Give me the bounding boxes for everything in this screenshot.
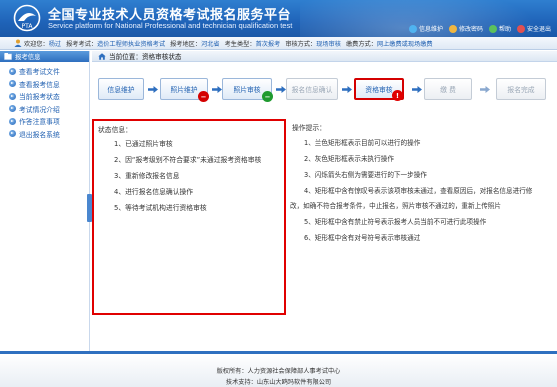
tech-support-text: 技术支持：山东山大鸥玛软件有限公司: [225, 379, 332, 386]
candidate-type-label: 考生类型：: [224, 40, 256, 48]
candidate-type-value: 首次报考: [255, 40, 281, 48]
badge-symbol: !: [395, 91, 400, 100]
tips-title: 操作提示：: [292, 124, 326, 132]
status-title: 状态信息：: [98, 126, 132, 134]
welcome-value: 杨过: [48, 40, 62, 48]
badge-symbol: −: [264, 92, 271, 101]
info-maintain-link[interactable]: 信息维护: [408, 24, 443, 33]
arrow-icon: [9, 92, 16, 100]
step-label: 信息维护: [107, 86, 135, 94]
sidebar-item-registration-info[interactable]: 查看报考信息: [0, 78, 89, 91]
main-content: 当前位置：资格审核状态 信息维护 照片维护 − 照片审核 − 报名信息确认 资格…: [92, 51, 557, 351]
tip-line: 1、兰色矩形框表示目前可以进行的操作: [304, 139, 421, 147]
sidebar: 报考信息 查看考试文件 查看报考信息 当前报考状态 考试情况介绍 作答注意事项 …: [0, 51, 92, 351]
user-info-bar: 欢迎您： 杨过 报考考试： 造价工程师执业资格考试 报考地区： 河北省 考生类型…: [0, 37, 557, 50]
sidebar-item-label: 查看报考信息: [19, 80, 60, 89]
arrow-icon: [9, 130, 16, 138]
sidebar-header-label: 报考信息: [15, 53, 41, 61]
arrow-icon: [9, 80, 16, 88]
arrow-right-icon: [276, 86, 286, 93]
arrow-right-icon: [412, 86, 422, 93]
review-method-label: 审核方式：: [285, 40, 317, 48]
step-registration-complete[interactable]: 报名完成: [496, 78, 546, 100]
step-label: 报名信息确认: [291, 86, 333, 94]
payment-method-label: 缴费方式：: [346, 40, 377, 48]
region-label: 报考地区：: [170, 40, 202, 48]
sidebar-item-answer-notes[interactable]: 作答注意事项: [0, 115, 89, 128]
arrow-icon: [9, 67, 16, 75]
exit-icon: [516, 24, 525, 33]
sidebar-header: 报考信息: [0, 51, 89, 62]
sidebar-item-exit-system[interactable]: 退出报名系统: [0, 128, 89, 141]
status-line: 5、等待考试机构进行资格审核: [114, 204, 207, 212]
tip-line: 4、矩形框中含有惊叹号表示该项审核未通过，查看原因后，对报名信息进行修: [304, 187, 533, 195]
sidebar-item-label: 退出报名系统: [19, 130, 60, 139]
safe-exit-link[interactable]: 安全退出: [516, 24, 551, 33]
breadcrumb-label: 当前位置：资格审核状态: [109, 53, 182, 61]
status-line: 3、重新修改报名信息: [114, 172, 180, 180]
change-password-label: 修改密码: [458, 26, 483, 33]
sidebar-item-current-status[interactable]: 当前报考状态: [0, 90, 89, 103]
arrow-right-icon: [342, 86, 352, 93]
platform-logo-icon: PTA: [13, 4, 41, 32]
user-icon: [14, 39, 22, 47]
sidebar-item-exam-intro[interactable]: 考试情况介绍: [0, 103, 89, 116]
arrow-right-icon: [148, 86, 158, 93]
alert-icon: !: [392, 90, 403, 101]
folder-icon: [4, 53, 12, 60]
info-maintain-label: 信息维护: [418, 26, 443, 33]
prohibit-icon: −: [198, 91, 209, 102]
lock-icon: [448, 24, 457, 33]
home-icon: [98, 52, 106, 60]
info-icon: [408, 24, 417, 33]
exam-label: 报考考试：: [66, 40, 98, 48]
step-label: 照片审核: [233, 86, 261, 94]
sidebar-item-exam-files[interactable]: 查看考试文件: [0, 65, 89, 78]
status-info-box: 状态信息： 1、已通过照片审核 2、因“报考级别不符合要求”未通过报考资格审核 …: [92, 119, 286, 315]
approved-icon: −: [262, 91, 273, 102]
exam-value: 造价工程师执业资格考试: [97, 40, 166, 48]
status-line: 4、进行报名信息确认操作: [114, 188, 194, 196]
tip-line: 6、矩形框中含有对号符号表示审核通过: [304, 234, 421, 242]
region-value: 河北省: [201, 40, 220, 48]
change-password-link[interactable]: 修改密码: [448, 24, 483, 33]
arrow-icon: [9, 105, 16, 113]
arrow-right-icon: [480, 86, 490, 93]
tip-line: 改，如确不符合报考条件，中止报名，照片审核不通过的，重新上传照片: [290, 202, 501, 210]
svg-text:PTA: PTA: [22, 23, 34, 30]
arrow-right-icon: [212, 86, 222, 93]
step-label: 报名完成: [507, 86, 535, 94]
status-line: 1、已通过照片审核: [114, 140, 173, 148]
tip-line: 3、闪烁箭头右侧为需要进行的下一步操作: [304, 171, 427, 179]
tip-line: 2、灰色矩形框表示未执行操作: [304, 155, 394, 163]
badge-symbol: −: [200, 92, 207, 101]
process-steps: 信息维护 照片维护 − 照片审核 − 报名信息确认 资格审核 ! 缴 费 报名完…: [92, 78, 557, 104]
step-confirm-registration[interactable]: 报名信息确认: [286, 78, 338, 100]
top-links: 信息维护 修改密码 帮助 安全退出: [408, 24, 551, 33]
step-label: 照片维护: [170, 86, 198, 94]
welcome-label: 欢迎您：: [24, 40, 49, 48]
help-label: 帮助: [498, 26, 511, 33]
site-subtitle: Service platform for National Profession…: [48, 21, 293, 30]
step-payment[interactable]: 缴 费: [424, 78, 472, 100]
site-footer: 版权所有：人力资源社会保障部人事考试中心 技术支持：山东山大鸥玛软件有限公司: [0, 351, 557, 387]
copyright-text: 版权所有：人力资源社会保障部人事考试中心: [216, 368, 341, 375]
sidebar-item-label: 作答注意事项: [19, 118, 60, 127]
site-header: PTA 全国专业技术人员资格考试报名服务平台 Service platform …: [0, 0, 557, 37]
help-link[interactable]: 帮助: [488, 24, 511, 33]
sidebar-item-label: 考试情况介绍: [19, 105, 60, 114]
review-method-value: 现场审核: [316, 40, 341, 48]
step-info-maintain[interactable]: 信息维护: [98, 78, 144, 100]
step-label: 缴 费: [440, 86, 456, 94]
tip-line: 5、矩形框中含有禁止符号表示报考人员当前不可进行此项操作: [304, 218, 487, 226]
status-line: 2、因“报考级别不符合要求”未通过报考资格审核: [114, 156, 262, 164]
sidebar-item-label: 当前报考状态: [19, 93, 60, 102]
help-icon: [488, 24, 497, 33]
arrow-icon: [9, 117, 16, 125]
breadcrumb: 当前位置：资格审核状态: [92, 51, 557, 62]
payment-method-value: 网上缴费或现场缴费: [376, 40, 433, 48]
sidebar-item-label: 查看考试文件: [19, 68, 60, 77]
step-label: 资格审核: [365, 86, 393, 94]
safe-exit-label: 安全退出: [526, 26, 551, 33]
